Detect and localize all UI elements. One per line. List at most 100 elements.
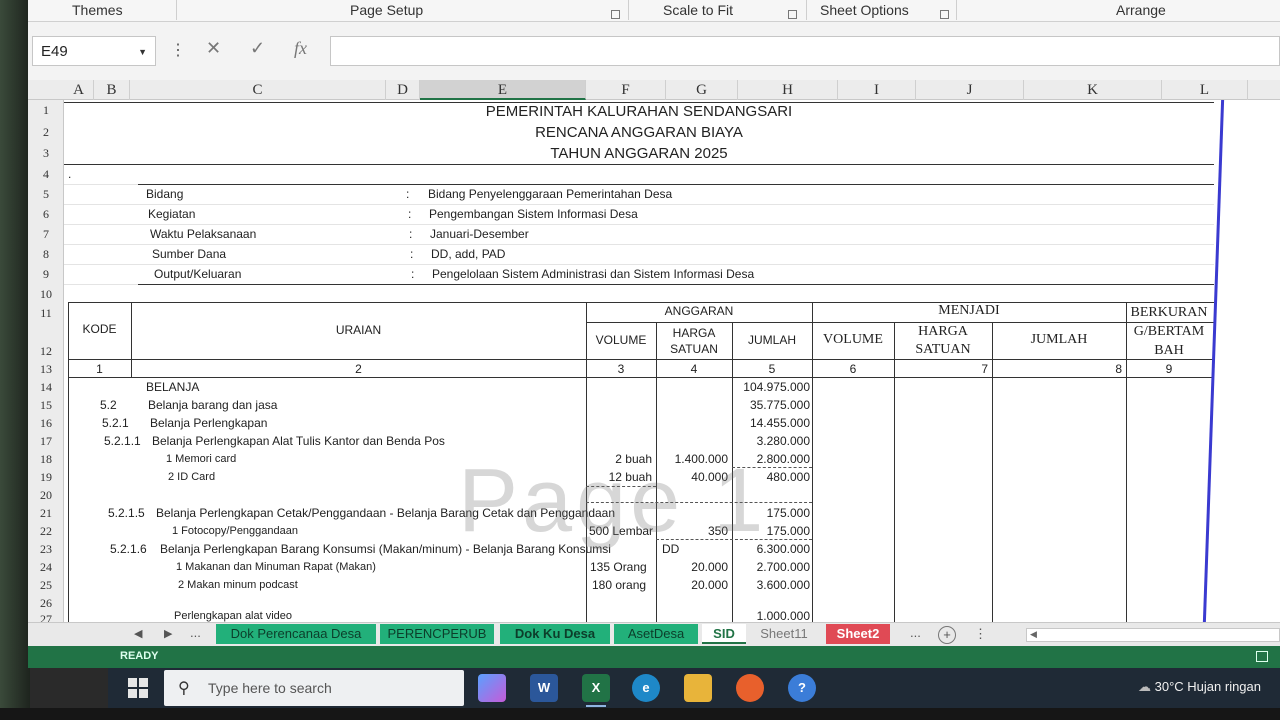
row-header[interactable]: 1 xyxy=(28,103,64,118)
col-number: 8 xyxy=(1115,362,1122,376)
tab-asetdesa[interactable]: AsetDesa xyxy=(614,624,698,644)
tab-sid[interactable]: SID xyxy=(702,624,746,644)
tab-sheet2[interactable]: Sheet2 xyxy=(826,624,890,644)
col-number: 1 xyxy=(96,362,103,376)
sheet-options-launcher-icon[interactable] xyxy=(932,5,949,21)
column-header-j[interactable]: J xyxy=(916,80,1024,100)
row-header[interactable]: 14 xyxy=(28,380,64,395)
tab-more-left[interactable]: ... xyxy=(190,625,201,640)
item-volume: 135 Orang xyxy=(590,560,647,574)
help-icon[interactable]: ? xyxy=(788,674,816,702)
tab-dok-ku-desa[interactable]: Dok Ku Desa xyxy=(500,624,610,644)
page-setup-launcher-icon[interactable] xyxy=(603,5,620,21)
scale-launcher-icon[interactable] xyxy=(780,5,797,21)
taskbar-search-box[interactable]: ⚲ Type here to search xyxy=(164,670,464,706)
gridline xyxy=(64,204,1214,205)
ribbon-separator xyxy=(956,0,957,20)
row-header[interactable]: 17 xyxy=(28,434,64,449)
row-header[interactable]: 5 xyxy=(28,187,64,202)
header-menjadi: MENJADI xyxy=(938,303,1000,318)
file-explorer-icon[interactable] xyxy=(684,674,712,702)
windows-start-icon[interactable] xyxy=(128,678,148,698)
ribbon-group-themes[interactable]: Themes xyxy=(72,2,123,18)
row-header[interactable]: 11 xyxy=(28,306,64,321)
row-header[interactable]: 4 xyxy=(28,167,64,182)
row-header[interactable]: 27 xyxy=(28,612,64,622)
excel-running-indicator xyxy=(586,705,606,707)
excel-icon[interactable]: X xyxy=(582,674,610,702)
row-header[interactable]: 13 xyxy=(28,362,64,377)
item-jumlah: 14.455.000 xyxy=(749,416,810,430)
edge-icon[interactable]: e xyxy=(632,674,660,702)
enter-check-icon[interactable]: ✓ xyxy=(250,38,265,59)
column-header-c[interactable]: C xyxy=(130,80,386,100)
row-header[interactable]: 20 xyxy=(28,488,64,503)
copilot-icon[interactable] xyxy=(478,674,506,702)
formula-input[interactable] xyxy=(330,36,1280,66)
tab-perencperub[interactable]: PERENCPERUB xyxy=(380,624,494,644)
gridline xyxy=(64,224,1214,225)
row-header[interactable]: 16 xyxy=(28,416,64,431)
row-header[interactable]: 3 xyxy=(28,146,64,161)
column-header-l[interactable]: L xyxy=(1162,80,1248,100)
column-header-g[interactable]: G xyxy=(666,80,738,100)
row-header[interactable]: 2 xyxy=(28,125,64,140)
column-header-k[interactable]: K xyxy=(1024,80,1162,100)
border-line xyxy=(138,284,1214,285)
normal-view-icon[interactable] xyxy=(1256,651,1268,662)
ribbon-group-sheet-options[interactable]: Sheet Options xyxy=(820,2,909,18)
tab-scroll-right-icon[interactable]: ▶ xyxy=(164,627,172,640)
name-box-value: E49 xyxy=(41,43,68,60)
column-header-d[interactable]: D xyxy=(386,80,420,100)
row-header[interactable]: 8 xyxy=(28,247,64,262)
column-header-f[interactable]: F xyxy=(586,80,666,100)
tab-more-right[interactable]: ... xyxy=(910,625,921,640)
ribbon-group-page-setup[interactable]: Page Setup xyxy=(350,2,423,18)
row-header[interactable]: 15 xyxy=(28,398,64,413)
column-header-a[interactable]: A xyxy=(64,80,94,100)
row-header[interactable]: 22 xyxy=(28,524,64,539)
insert-function-icon[interactable]: fx xyxy=(294,38,307,59)
name-box[interactable]: E49 ▼ xyxy=(32,36,156,66)
row-header[interactable]: 7 xyxy=(28,227,64,242)
add-sheet-icon[interactable]: + xyxy=(938,626,956,644)
row-header[interactable]: 18 xyxy=(28,452,64,467)
item-harga: 20.000 xyxy=(691,578,728,592)
weather-widget[interactable]: ☁ 30°C Hujan ringan xyxy=(1138,679,1261,695)
row-header[interactable]: 12 xyxy=(28,344,64,359)
ribbon-group-arrange[interactable]: Arrange xyxy=(1116,2,1166,18)
worksheet-grid[interactable]: 1 2 3 4 5 6 7 8 9 10 11 12 13 14 15 16 1… xyxy=(28,100,1280,622)
scroll-left-icon[interactable]: ◀ xyxy=(1030,629,1037,640)
item-kode: 5.2.1.6 xyxy=(110,542,147,556)
title-line-2: RENCANA ANGGARAN BIAYA xyxy=(535,124,743,141)
border-line xyxy=(586,322,1214,323)
row-header[interactable]: 10 xyxy=(28,287,64,302)
chevron-down-icon[interactable]: ▼ xyxy=(138,47,147,57)
info-sep: : xyxy=(411,267,415,281)
row-header[interactable]: 21 xyxy=(28,506,64,521)
more-options-icon[interactable]: ⋮ xyxy=(170,40,186,60)
firefox-icon[interactable] xyxy=(736,674,764,702)
tab-split-handle-icon[interactable]: ⋮ xyxy=(974,626,987,642)
column-header-e[interactable]: E xyxy=(420,80,586,100)
word-icon[interactable]: W xyxy=(530,674,558,702)
column-header-b[interactable]: B xyxy=(94,80,130,100)
row-header[interactable]: 9 xyxy=(28,267,64,282)
tab-scroll-left-icon[interactable]: ◀ xyxy=(134,627,142,640)
item-jumlah: 2.700.000 xyxy=(756,560,810,574)
tab-sheet11[interactable]: Sheet11 xyxy=(750,624,818,644)
row-header[interactable]: 26 xyxy=(28,596,64,611)
row-header[interactable]: 19 xyxy=(28,470,64,485)
ribbon-group-scale-to-fit[interactable]: Scale to Fit xyxy=(663,2,733,18)
row-header[interactable]: 6 xyxy=(28,207,64,222)
cancel-icon[interactable]: ✕ xyxy=(206,38,221,59)
tab-dok-perencanaa-desa[interactable]: Dok Perencanaa Desa xyxy=(216,624,376,644)
header-satuan: SATUAN xyxy=(670,342,718,356)
row-header[interactable]: 25 xyxy=(28,578,64,593)
gridline xyxy=(64,264,1214,265)
horizontal-scrollbar[interactable]: ◀ xyxy=(1026,628,1280,642)
column-header-h[interactable]: H xyxy=(738,80,838,100)
row-header[interactable]: 23 xyxy=(28,542,64,557)
column-header-i[interactable]: I xyxy=(838,80,916,100)
row-header[interactable]: 24 xyxy=(28,560,64,575)
